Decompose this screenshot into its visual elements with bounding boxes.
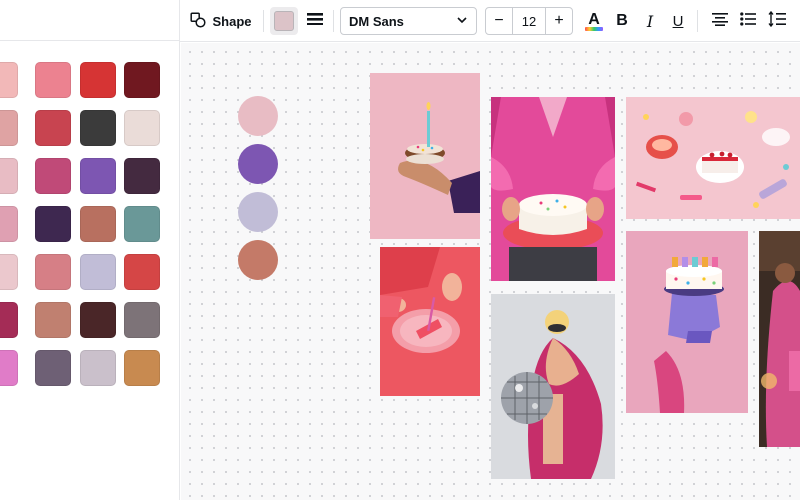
- color-swatch[interactable]: [35, 302, 71, 338]
- color-swatch[interactable]: [80, 158, 116, 194]
- font-size-stepper: − 12 +: [485, 7, 573, 35]
- decrease-font-size-button[interactable]: −: [486, 8, 512, 34]
- design-canvas[interactable]: [181, 43, 800, 500]
- palette-dot[interactable]: [238, 192, 278, 232]
- color-swatch[interactable]: [0, 350, 18, 386]
- increase-font-size-button[interactable]: +: [546, 8, 572, 34]
- shape-button-label: Shape: [212, 13, 252, 29]
- color-swatch[interactable]: [0, 62, 18, 98]
- color-swatch[interactable]: [80, 206, 116, 242]
- line-spacing-icon: [768, 10, 786, 32]
- toolbar-divider: [263, 10, 264, 32]
- font-family-value: DM Sans: [349, 13, 404, 29]
- toolbar-divider: [333, 10, 334, 32]
- photo-party-guest[interactable]: [759, 231, 800, 447]
- color-swatch[interactable]: [124, 350, 160, 386]
- color-swatch[interactable]: [124, 110, 160, 146]
- fill-color-chip: [274, 11, 294, 31]
- photo-disco-ball[interactable]: [491, 294, 615, 479]
- color-swatch[interactable]: [80, 254, 116, 290]
- photo-cake-heels[interactable]: [626, 231, 748, 413]
- color-swatch[interactable]: [80, 350, 116, 386]
- text-align-button[interactable]: [709, 7, 731, 35]
- border-style-icon: [306, 11, 324, 32]
- shapes-icon: [190, 11, 207, 31]
- color-swatch[interactable]: [124, 302, 160, 338]
- color-swatch[interactable]: [35, 158, 71, 194]
- color-swatch[interactable]: [0, 110, 18, 146]
- underline-button[interactable]: U: [667, 7, 689, 35]
- color-swatch[interactable]: [35, 206, 71, 242]
- color-swatch[interactable]: [35, 62, 71, 98]
- italic-button[interactable]: I: [639, 7, 661, 35]
- font-size-input[interactable]: 12: [512, 8, 546, 34]
- chevron-down-icon: [456, 14, 468, 29]
- align-center-icon: [712, 12, 728, 31]
- color-swatch[interactable]: [80, 62, 116, 98]
- photo-donut-candle[interactable]: [370, 73, 480, 239]
- color-swatch[interactable]: [80, 302, 116, 338]
- color-swatch[interactable]: [0, 302, 18, 338]
- toolbar-divider: [697, 10, 698, 32]
- text-color-glyph: A: [588, 10, 600, 28]
- photo-party-table[interactable]: [626, 97, 800, 219]
- color-swatch[interactable]: [0, 158, 18, 194]
- palette-dot[interactable]: [238, 240, 278, 280]
- photo-pink-plate[interactable]: [380, 247, 480, 396]
- bold-button[interactable]: B: [611, 7, 633, 35]
- color-swatch[interactable]: [0, 206, 18, 242]
- palette-dot[interactable]: [238, 144, 278, 184]
- color-swatch[interactable]: [124, 62, 160, 98]
- photo-pink-suit-cake[interactable]: [491, 97, 615, 281]
- color-swatch[interactable]: [124, 158, 160, 194]
- color-panel: [0, 0, 180, 500]
- font-family-dropdown[interactable]: DM Sans: [340, 7, 477, 35]
- color-panel-header: [0, 0, 180, 41]
- list-button[interactable]: [737, 7, 759, 35]
- bullet-list-icon: [740, 11, 756, 31]
- color-swatch[interactable]: [124, 206, 160, 242]
- editor-window: Shape DM Sans − 12 + A B I U: [0, 0, 800, 500]
- color-swatch[interactable]: [35, 110, 71, 146]
- color-swatch[interactable]: [80, 110, 116, 146]
- palette-dot[interactable]: [238, 96, 278, 136]
- text-color-button[interactable]: A: [582, 7, 606, 35]
- editor-toolbar: Shape DM Sans − 12 + A B I U: [180, 0, 800, 42]
- color-swatch[interactable]: [35, 350, 71, 386]
- text-color-icon: A: [585, 10, 603, 31]
- fill-color-button[interactable]: [270, 7, 298, 35]
- color-swatch[interactable]: [35, 254, 71, 290]
- spacing-button[interactable]: [765, 7, 789, 35]
- color-swatch[interactable]: [0, 254, 18, 290]
- color-swatch[interactable]: [124, 254, 160, 290]
- shape-button[interactable]: Shape: [188, 7, 254, 35]
- border-style-button[interactable]: [302, 7, 328, 35]
